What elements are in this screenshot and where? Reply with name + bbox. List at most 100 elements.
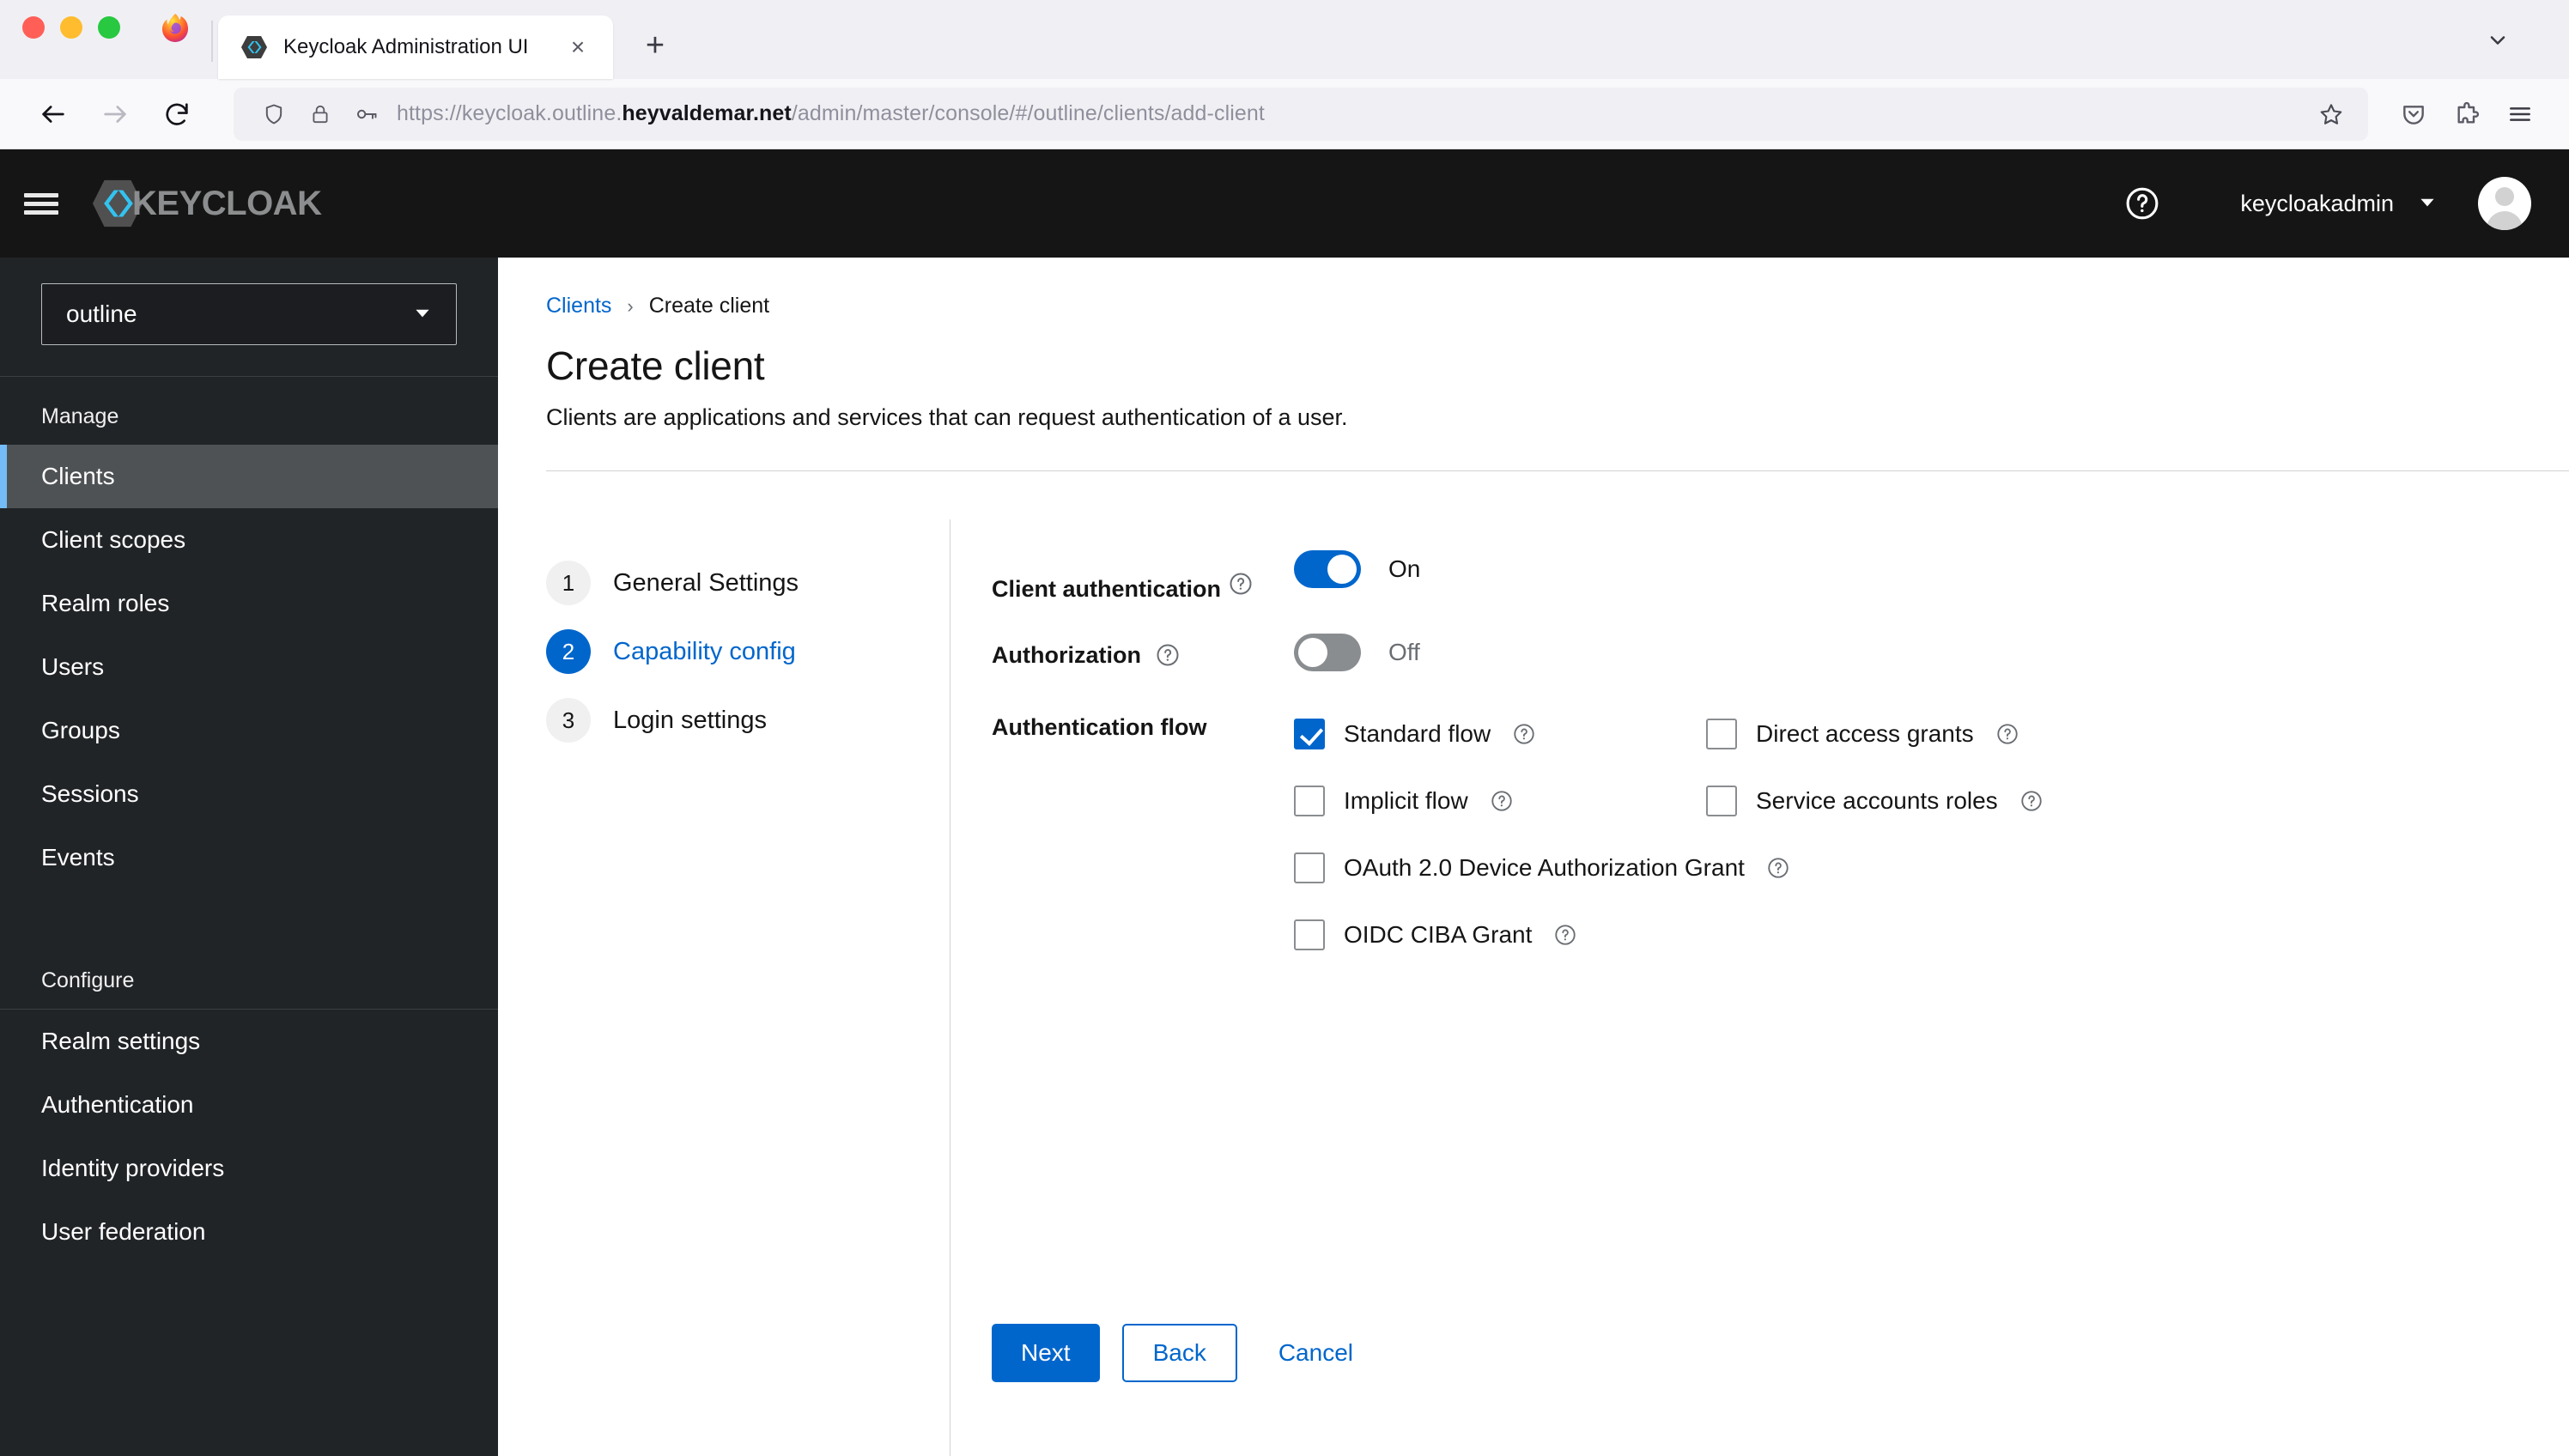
checkbox-box[interactable] (1294, 919, 1325, 950)
help-question-icon[interactable] (1551, 920, 1580, 949)
chevron-down-icon[interactable] (2416, 191, 2438, 217)
help-question-icon[interactable] (1487, 786, 1516, 816)
help-question-icon[interactable] (2118, 179, 2166, 228)
checkbox-box[interactable] (1706, 719, 1737, 749)
checkbox-box[interactable] (1294, 719, 1325, 749)
realm-selector[interactable]: outline (41, 283, 457, 345)
sidebar-item-identity-providers[interactable]: Identity providers (0, 1137, 498, 1200)
page-title: Create client (546, 343, 765, 388)
checkbox-box[interactable] (1294, 852, 1325, 883)
realm-selector-value: outline (66, 300, 137, 327)
sidebar-item-user-federation[interactable]: User federation (0, 1200, 498, 1264)
sidebar-item-groups[interactable]: Groups (0, 699, 498, 762)
app-masthead: KEYCLOAK keycloakadmin (0, 149, 2569, 258)
toggle-knob (1298, 638, 1327, 667)
checkbox-label: OIDC CIBA Grant (1344, 921, 1533, 948)
checkbox-service-accounts-roles[interactable]: Service accounts roles (1706, 780, 2118, 822)
sidebar-item-users[interactable]: Users (0, 635, 498, 699)
sidebar-item-client-scopes[interactable]: Client scopes (0, 508, 498, 572)
breadcrumb-separator-icon: › (627, 294, 634, 317)
keycloak-brand-logo[interactable]: KEYCLOAK (91, 177, 322, 230)
browser-tab-strip: Keycloak Administration UI × + (0, 0, 2569, 79)
sidebar-item-realm-roles[interactable]: Realm roles (0, 572, 498, 635)
field-label-client-authentication: Client authentication (992, 549, 1294, 603)
tab-title: Keycloak Administration UI (283, 35, 529, 58)
browser-tab[interactable]: Keycloak Administration UI × (218, 15, 613, 79)
sidebar-item-events[interactable]: Events (0, 826, 498, 889)
reload-icon[interactable] (146, 88, 208, 141)
maximize-window-button[interactable] (98, 16, 120, 39)
new-tab-button[interactable]: + (632, 22, 678, 69)
checkbox-label: Implicit flow (1344, 787, 1468, 814)
tracking-protection-shield-icon[interactable] (251, 91, 297, 137)
username-label[interactable]: keycloakadmin (2240, 191, 2394, 217)
authorization-state: Off (1388, 639, 1420, 665)
checkbox-label: Standard flow (1344, 720, 1491, 747)
sidebar-item-authentication[interactable]: Authentication (0, 1073, 498, 1137)
checkbox-box[interactable] (1294, 786, 1325, 816)
chevron-down-icon (411, 301, 434, 328)
user-avatar[interactable] (2478, 177, 2531, 230)
label-text: Authorization (992, 641, 1141, 668)
back-arrow-icon[interactable] (22, 88, 84, 141)
breadcrumb: Clients › Create client (546, 294, 2569, 318)
toggle-knob (1327, 555, 1357, 584)
help-question-icon[interactable] (1509, 719, 1539, 749)
authorization-toggle[interactable] (1294, 634, 1361, 671)
step-label: Capability config (613, 637, 796, 665)
checkbox-label: Direct access grants (1756, 720, 1974, 747)
wizard-step-general-settings[interactable]: 1 General Settings (546, 549, 950, 617)
url-domain: heyvaldemar.net (622, 101, 792, 125)
checkbox-box[interactable] (1706, 786, 1737, 816)
sidebar-heading-configure: Configure (41, 968, 135, 992)
help-question-icon[interactable] (1228, 571, 1257, 600)
wizard-step-nav: 1 General Settings 2 Capability config 3… (498, 519, 950, 1456)
help-question-icon[interactable] (1153, 640, 1182, 670)
firefox-logo-icon (151, 0, 199, 79)
url-suffix: /admin/master/console/#/outline/clients/… (791, 101, 1265, 125)
site-permissions-key-icon[interactable] (343, 91, 390, 137)
extensions-puzzle-icon[interactable] (2440, 88, 2493, 141)
checkbox-label: Service accounts roles (1756, 787, 1998, 814)
sidebar-item-sessions[interactable]: Sessions (0, 762, 498, 826)
client-authentication-toggle[interactable] (1294, 550, 1361, 588)
hamburger-menu-icon[interactable] (2493, 88, 2547, 141)
capability-config-form: Client authentication On Authorization O… (950, 519, 2569, 1456)
label-text: Authentication flow (992, 714, 1207, 740)
sidebar-section-configure: Configure Realm settings Authentication … (0, 949, 498, 1264)
help-question-icon[interactable] (1764, 853, 1793, 883)
help-question-icon[interactable] (1993, 719, 2022, 749)
back-button[interactable]: Back (1121, 1324, 1237, 1382)
wizard-step-login-settings[interactable]: 3 Login settings (546, 686, 950, 755)
checkbox-oauth-device-authorization-grant[interactable]: OAuth 2.0 Device Authorization Grant (1294, 846, 2153, 889)
page-subtitle: Clients are applications and services th… (546, 404, 1348, 430)
help-question-icon[interactable] (2017, 786, 2046, 816)
minimize-window-button[interactable] (60, 16, 82, 39)
field-label-authentication-flow: Authentication flow (992, 706, 1294, 741)
close-tab-button[interactable]: × (562, 31, 594, 64)
wizard-step-capability-config[interactable]: 2 Capability config (546, 617, 950, 686)
browser-navigation-bar: https://keycloak.outline.heyvaldemar.net… (0, 79, 2569, 149)
breadcrumb-link-clients[interactable]: Clients (546, 294, 611, 318)
close-window-button[interactable] (22, 16, 45, 39)
keycloak-wordmark: KEYCLOAK (132, 184, 322, 222)
checkbox-direct-access-grants[interactable]: Direct access grants (1706, 713, 2118, 755)
sidebar-item-clients[interactable]: Clients (0, 445, 498, 508)
next-button[interactable]: Next (992, 1324, 1100, 1382)
checkbox-oidc-ciba-grant[interactable]: OIDC CIBA Grant (1294, 913, 2153, 956)
url-bar[interactable]: https://keycloak.outline.heyvaldemar.net… (234, 87, 2368, 141)
step-number: 3 (546, 698, 591, 743)
cancel-button[interactable]: Cancel (1260, 1324, 1372, 1382)
checkbox-standard-flow[interactable]: Standard flow (1294, 713, 1706, 755)
main-content: Clients › Create client Create client Cl… (498, 258, 2569, 1456)
bookmark-star-icon[interactable] (2308, 91, 2354, 137)
url-text[interactable]: https://keycloak.outline.heyvaldemar.net… (390, 101, 2308, 126)
list-all-tabs-chevron-icon[interactable] (2478, 21, 2517, 60)
keycloak-admin-console: KEYCLOAK keycloakadmin outline Manage Cl… (0, 149, 2569, 1456)
sidebar-item-realm-settings[interactable]: Realm settings (0, 1010, 498, 1073)
padlock-icon[interactable] (297, 91, 343, 137)
checkbox-implicit-flow[interactable]: Implicit flow (1294, 780, 1706, 822)
save-to-pocket-icon[interactable] (2387, 88, 2440, 141)
global-nav-toggle-icon[interactable] (0, 149, 82, 258)
